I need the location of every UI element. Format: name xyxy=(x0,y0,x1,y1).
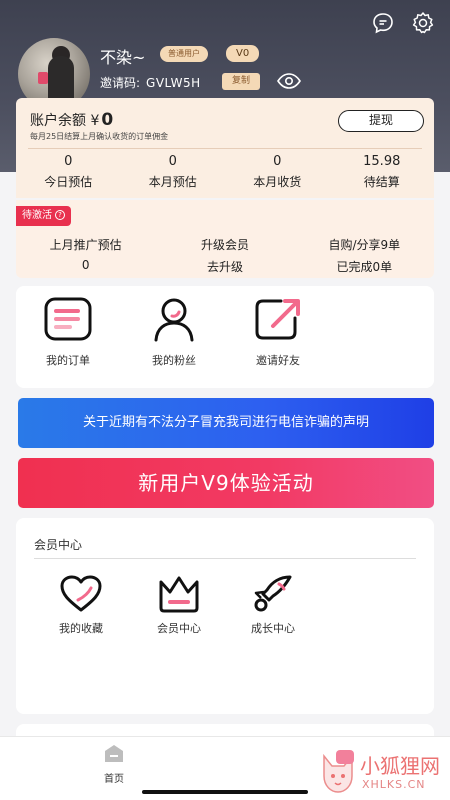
balance-title: 账户余额 ¥0 xyxy=(30,110,113,130)
member-item-label: 成长中心 xyxy=(251,622,295,635)
question-icon: ? xyxy=(55,210,65,220)
pending-value: 已完成0单 xyxy=(336,260,393,274)
tab-home-label: 首页 xyxy=(104,774,124,785)
quick-link-label: 我的订单 xyxy=(46,354,90,367)
home-indicator[interactable] xyxy=(142,790,308,794)
stat-label: 待结算 xyxy=(363,175,400,189)
home-icon xyxy=(105,745,123,762)
member-item-favorites[interactable]: 我的收藏 xyxy=(46,574,116,636)
gear-icon[interactable] xyxy=(410,10,436,36)
stat-label: 本月收货 xyxy=(253,175,302,189)
member-center-card: 会员中心 我的收藏 会员中心 成长中心 xyxy=(16,518,434,714)
pending-card: 待激活? 上月推广预估 升级会员 自购/分享9单 0 去升级 已完成0单 xyxy=(16,200,434,278)
fans-icon xyxy=(154,298,194,342)
pending-value: 0 xyxy=(81,258,90,272)
eye-icon[interactable] xyxy=(276,70,302,96)
stat-value: 0 xyxy=(168,154,177,169)
quick-links-card: 我的订单 我的粉丝 邀请好友 xyxy=(16,286,434,388)
member-item-growth[interactable]: 成长中心 xyxy=(238,574,308,636)
username: 不染~ xyxy=(100,48,146,67)
fox-logo-icon xyxy=(323,750,354,793)
member-item-center[interactable]: 会员中心 xyxy=(144,574,214,636)
member-divider xyxy=(34,558,416,559)
balance-note: 每月25日结算上月确认收货的订单佣金 xyxy=(30,132,169,141)
member-item-label: 会员中心 xyxy=(157,622,201,635)
stat-month-received[interactable]: 0 本月收货 xyxy=(225,154,330,190)
stat-value: 0 xyxy=(64,154,73,169)
watermark-sub: XHLKS.CN xyxy=(362,778,426,791)
quick-link-orders[interactable]: 我的订单 xyxy=(28,296,108,368)
balance-stats: 0 今日预估 0 本月预估 0 本月收货 15.98 待结算 xyxy=(16,154,434,190)
crown-icon xyxy=(159,576,199,613)
invite-label: 邀请码: xyxy=(100,76,141,90)
stat-today-estimate[interactable]: 0 今日预估 xyxy=(16,154,121,190)
stat-label: 今日预估 xyxy=(44,175,93,189)
member-item-label: 我的收藏 xyxy=(59,622,103,635)
promo-banner[interactable]: 新用户V9体验活动 xyxy=(18,458,434,508)
balance-card: 账户余额 ¥0 每月25日结算上月确认收货的订单佣金 提现 0 今日预估 0 本… xyxy=(16,98,434,198)
stat-label: 本月预估 xyxy=(148,175,197,189)
message-icon[interactable] xyxy=(370,10,396,36)
balance-amount: 0 xyxy=(101,110,114,130)
member-badge: 普通用户 xyxy=(160,46,208,62)
stat-value: 0 xyxy=(273,154,282,169)
pending-header: 上月推广预估 xyxy=(49,238,122,252)
quick-link-label: 我的粉丝 xyxy=(152,354,196,367)
stat-pending-settlement[interactable]: 15.98 待结算 xyxy=(330,154,435,190)
member-center-title: 会员中心 xyxy=(34,538,83,552)
pending-tag[interactable]: 待激活? xyxy=(16,206,71,226)
invite-icon xyxy=(255,299,300,340)
upgrade-link[interactable]: 去升级 xyxy=(155,258,294,275)
rocket-icon xyxy=(254,575,292,612)
tab-home[interactable]: 首页 xyxy=(94,743,134,785)
quick-link-fans[interactable]: 我的粉丝 xyxy=(134,296,214,368)
withdraw-button[interactable]: 提现 xyxy=(338,110,424,132)
pending-header: 自购/分享9单 xyxy=(328,238,401,252)
pending-header: 升级会员 xyxy=(200,238,249,252)
top-icons xyxy=(370,10,436,36)
stat-value: 15.98 xyxy=(363,154,401,169)
notice-banner[interactable]: 关于近期有不法分子冒充我司进行电信诈骗的声明 xyxy=(18,398,434,448)
avatar-cup xyxy=(38,72,48,84)
heart-icon xyxy=(60,575,102,612)
invite-code-row: 邀请码: GVLW5H xyxy=(100,74,201,91)
balance-divider xyxy=(28,148,422,149)
level-badge: V0 xyxy=(226,45,260,62)
quick-link-label: 邀请好友 xyxy=(256,354,300,367)
watermark: 小狐狸网 XHLKS.CN xyxy=(318,748,448,798)
pending-tag-label: 待激活 xyxy=(22,210,52,221)
watermark-title: 小狐狸网 xyxy=(360,754,440,778)
invite-code: GVLW5H xyxy=(146,76,201,90)
pending-values: 0 去升级 已完成0单 xyxy=(16,258,434,275)
copy-button[interactable]: 复制 xyxy=(222,73,261,90)
orders-icon xyxy=(44,297,92,341)
stat-month-estimate[interactable]: 0 本月预估 xyxy=(121,154,226,190)
pending-headers: 上月推广预估 升级会员 自购/分享9单 xyxy=(16,236,434,253)
quick-link-invite[interactable]: 邀请好友 xyxy=(238,296,318,368)
balance-label: 账户余额 ¥ xyxy=(30,113,100,129)
